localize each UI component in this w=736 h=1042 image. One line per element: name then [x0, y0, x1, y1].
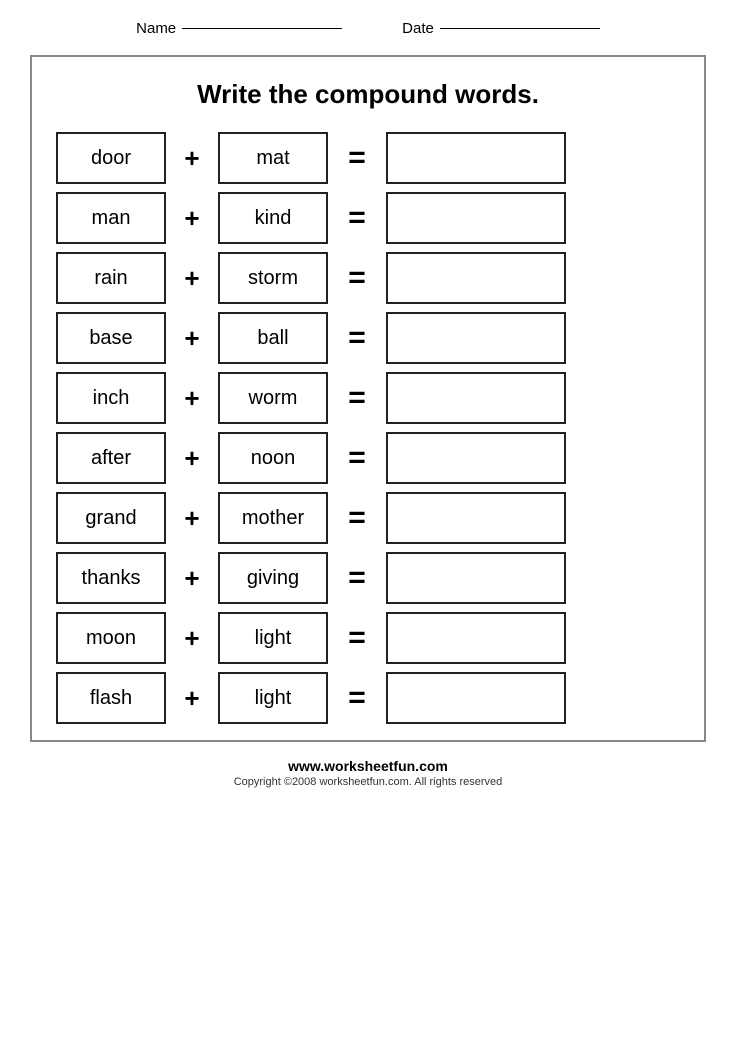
table-row: door+mat=: [56, 132, 680, 184]
word1-box: thanks: [56, 552, 166, 604]
word2-box: light: [218, 612, 328, 664]
word2-box: light: [218, 672, 328, 724]
equals-operator: =: [328, 201, 386, 235]
answer-box[interactable]: [386, 312, 566, 364]
word2-box: giving: [218, 552, 328, 604]
word2-box: worm: [218, 372, 328, 424]
plus-operator: +: [166, 683, 218, 714]
name-label: Name: [136, 20, 176, 37]
equals-operator: =: [328, 441, 386, 475]
date-label: Date: [402, 20, 434, 37]
table-row: rain+storm=: [56, 252, 680, 304]
word1-box: grand: [56, 492, 166, 544]
word1-box: rain: [56, 252, 166, 304]
table-row: moon+light=: [56, 612, 680, 664]
equals-operator: =: [328, 381, 386, 415]
equals-operator: =: [328, 501, 386, 535]
answer-box[interactable]: [386, 552, 566, 604]
word2-box: ball: [218, 312, 328, 364]
plus-operator: +: [166, 563, 218, 594]
table-row: base+ball=: [56, 312, 680, 364]
plus-operator: +: [166, 503, 218, 534]
equals-operator: =: [328, 621, 386, 655]
rows-container: door+mat=man+kind=rain+storm=base+ball=i…: [56, 132, 680, 724]
word2-box: kind: [218, 192, 328, 244]
equals-operator: =: [328, 561, 386, 595]
word2-box: mat: [218, 132, 328, 184]
answer-box[interactable]: [386, 192, 566, 244]
answer-box[interactable]: [386, 672, 566, 724]
date-field: Date: [402, 20, 600, 37]
plus-operator: +: [166, 143, 218, 174]
word1-box: after: [56, 432, 166, 484]
equals-operator: =: [328, 261, 386, 295]
plus-operator: +: [166, 623, 218, 654]
table-row: man+kind=: [56, 192, 680, 244]
word1-box: moon: [56, 612, 166, 664]
answer-box[interactable]: [386, 372, 566, 424]
equals-operator: =: [328, 681, 386, 715]
plus-operator: +: [166, 383, 218, 414]
word1-box: inch: [56, 372, 166, 424]
word2-box: noon: [218, 432, 328, 484]
answer-box[interactable]: [386, 432, 566, 484]
equals-operator: =: [328, 141, 386, 175]
worksheet-box: Write the compound words. door+mat=man+k…: [30, 55, 706, 742]
plus-operator: +: [166, 203, 218, 234]
answer-box[interactable]: [386, 492, 566, 544]
word2-box: mother: [218, 492, 328, 544]
word1-box: base: [56, 312, 166, 364]
name-field: Name: [136, 20, 342, 37]
answer-box[interactable]: [386, 252, 566, 304]
word2-box: storm: [218, 252, 328, 304]
table-row: after+noon=: [56, 432, 680, 484]
table-row: grand+mother=: [56, 492, 680, 544]
word1-box: door: [56, 132, 166, 184]
plus-operator: +: [166, 443, 218, 474]
answer-box[interactable]: [386, 132, 566, 184]
answer-box[interactable]: [386, 612, 566, 664]
worksheet-page: Name Date Write the compound words. door…: [0, 0, 736, 1042]
footer-url: www.worksheetfun.com: [30, 758, 706, 774]
header: Name Date: [30, 20, 706, 37]
plus-operator: +: [166, 323, 218, 354]
table-row: inch+worm=: [56, 372, 680, 424]
date-underline: [440, 28, 600, 29]
footer-copyright: Copyright ©2008 worksheetfun.com. All ri…: [30, 776, 706, 788]
word1-box: man: [56, 192, 166, 244]
worksheet-title: Write the compound words.: [56, 79, 680, 110]
plus-operator: +: [166, 263, 218, 294]
table-row: flash+light=: [56, 672, 680, 724]
table-row: thanks+giving=: [56, 552, 680, 604]
equals-operator: =: [328, 321, 386, 355]
word1-box: flash: [56, 672, 166, 724]
name-underline: [182, 28, 342, 29]
